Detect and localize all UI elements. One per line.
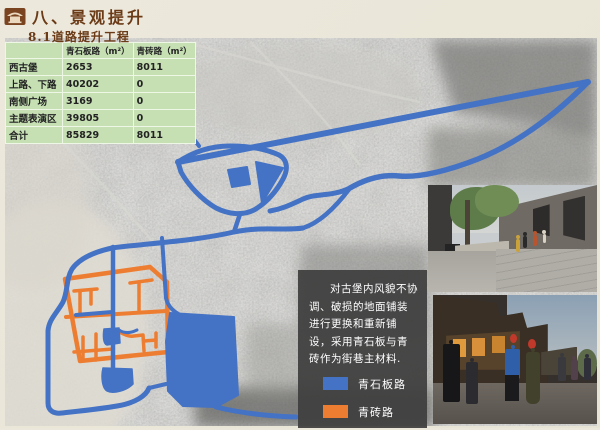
description-text: 对古堡内风貌不协调、破损的地面铺装进行更换和重新铺设，采用青石板与青砖作为街巷主… [309,281,418,369]
table-row: 西古堡 2653 8011 [6,59,196,76]
stone-value: 2653 [63,59,134,76]
stone-value: 39805 [63,110,134,127]
legend-label: 青砖路 [358,404,394,420]
page-title: 八、景观提升 [32,4,146,28]
row-label: 合计 [6,127,63,144]
stone-value: 85829 [63,127,134,144]
header: 八、景观提升 8.1道路提升工程 [4,4,146,45]
brick-road-swatch [323,405,348,418]
pavilion-seal-icon [4,7,26,26]
brick-value: 8011 [133,127,195,144]
stone-value: 3169 [63,93,134,110]
street-photo-day [428,185,597,292]
map-legend: 青石板路 青砖路 [309,376,418,420]
slide-page: 八、景观提升 8.1道路提升工程 [0,0,600,428]
brick-value: 0 [133,76,195,93]
table-row: 南侧广场 3169 0 [6,93,196,110]
legend-item-brick: 青砖路 [323,404,418,420]
table-row: 主题表演区 39805 0 [6,110,196,127]
legend-label: 青石板路 [358,376,406,392]
legend-item-stone: 青石板路 [323,376,418,392]
row-label: 主题表演区 [6,110,63,127]
brick-value: 0 [133,110,195,127]
row-label: 上路、下路 [6,76,63,93]
brick-value: 0 [133,93,195,110]
table-row-total: 合计 85829 8011 [6,127,196,144]
table-row: 上路、下路 40202 0 [6,76,196,93]
row-label: 西古堡 [6,59,63,76]
row-label: 南侧广场 [6,93,63,110]
street-photo-dusk [433,295,597,424]
road-area-table: 青石板路（m²） 青砖路（m²） 西古堡 2653 8011 上路、下路 402… [5,42,196,144]
stone-road-swatch [323,377,348,390]
stone-value: 40202 [63,76,134,93]
brick-value: 8011 [133,59,195,76]
description-box: 对古堡内风貌不协调、破损的地面铺装进行更换和重新铺设，采用青石板与青砖作为街巷主… [298,270,427,428]
page-subtitle: 8.1道路提升工程 [28,28,146,45]
